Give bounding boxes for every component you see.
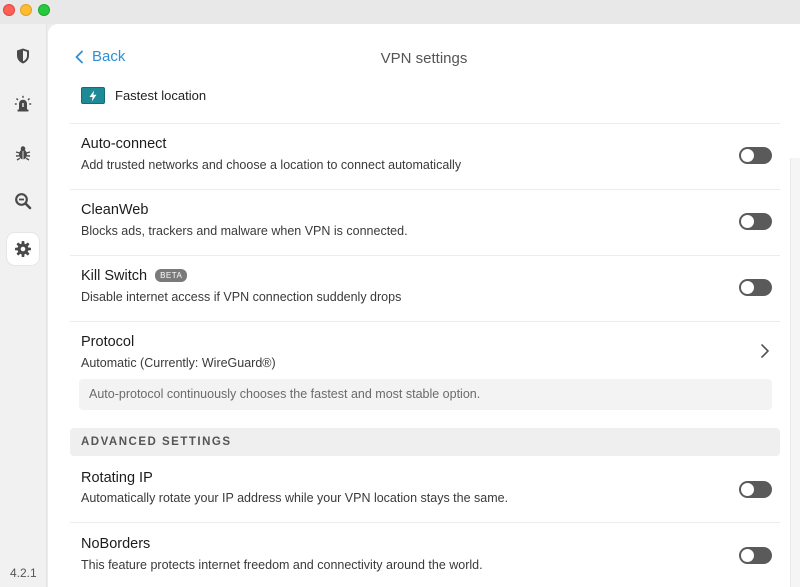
sidebar: 4.2.1: [0, 24, 47, 587]
shield-icon: [17, 48, 29, 64]
sidebar-item-antivirus[interactable]: [7, 137, 39, 169]
beta-badge: BETA: [155, 269, 188, 282]
gear-icon: [15, 241, 31, 257]
noborders-title: NoBorders: [81, 536, 151, 552]
cleanweb-toggle[interactable]: [739, 213, 772, 230]
minimize-window-button[interactable]: [20, 4, 32, 16]
protocol-value: Automatic (Currently: WireGuard®): [81, 356, 276, 370]
sidebar-item-vpn[interactable]: [7, 40, 39, 72]
cleanweb-row: CleanWeb Blocks ads, trackers and malwar…: [70, 189, 780, 255]
app-version: 4.2.1: [10, 566, 37, 580]
header: Back VPN settings: [48, 24, 800, 88]
advanced-settings-header: ADVANCED SETTINGS: [70, 428, 780, 456]
protocol-note: Auto-protocol continuously chooses the f…: [79, 379, 772, 410]
auto-connect-description: Add trusted networks and choose a locati…: [81, 158, 462, 172]
alert-icon: [14, 95, 32, 112]
vpn-settings-panel: Back VPN settings Fastest location Auto-…: [48, 24, 800, 587]
kill-switch-row: Kill Switch BETA Disable internet access …: [70, 255, 780, 321]
toggle-knob: [741, 215, 754, 228]
toggle-knob: [741, 549, 754, 562]
kill-switch-description: Disable internet access if VPN connectio…: [81, 290, 402, 304]
sidebar-item-alert[interactable]: [7, 88, 39, 120]
cleanweb-description: Blocks ads, trackers and malware when VP…: [81, 224, 408, 238]
sidebar-item-search[interactable]: [7, 185, 39, 217]
chevron-right-icon[interactable]: [760, 343, 770, 359]
bug-icon: [15, 146, 31, 161]
auto-connect-title: Auto-connect: [81, 136, 167, 152]
sidebar-item-settings[interactable]: [7, 233, 39, 265]
toggle-knob: [741, 483, 754, 496]
noborders-row: NoBorders This feature protects internet…: [70, 522, 780, 587]
toggle-knob: [741, 281, 754, 294]
fastest-location[interactable]: Fastest location: [81, 87, 206, 104]
scrollbar-track[interactable]: [790, 158, 800, 587]
search-icon: [15, 193, 32, 210]
rotating-ip-toggle[interactable]: [739, 481, 772, 498]
title-bar: [0, 0, 800, 24]
rotating-ip-title: Rotating IP: [81, 470, 153, 486]
noborders-description: This feature protects internet freedom a…: [81, 558, 483, 572]
close-window-button[interactable]: [3, 4, 15, 16]
fastest-location-label: Fastest location: [115, 88, 207, 103]
page-title: VPN settings: [380, 50, 468, 67]
zoom-window-button[interactable]: [38, 4, 50, 16]
bolt-icon: [81, 87, 105, 104]
kill-switch-title-wrap: Kill Switch BETA: [81, 268, 188, 284]
kill-switch-toggle[interactable]: [739, 279, 772, 296]
kill-switch-title: Kill Switch: [81, 268, 148, 284]
rotating-ip-description: Automatically rotate your IP address whi…: [81, 491, 509, 505]
protocol-title: Protocol: [81, 334, 135, 350]
noborders-toggle[interactable]: [739, 547, 772, 564]
rotating-ip-row: Rotating IP Automatically rotate your IP…: [70, 456, 780, 522]
auto-connect-row: Auto-connect Add trusted networks and ch…: [70, 123, 780, 189]
cleanweb-title: CleanWeb: [81, 202, 149, 218]
auto-connect-toggle[interactable]: [739, 147, 772, 164]
toggle-knob: [741, 149, 754, 162]
